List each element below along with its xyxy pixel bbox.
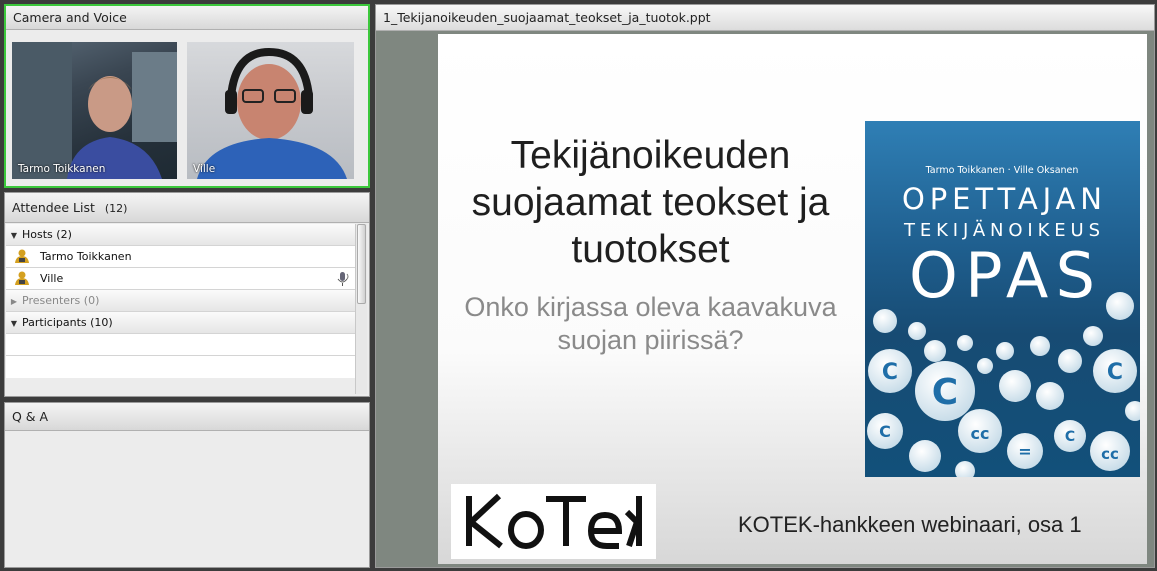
book-cover-art: Tarmo Toikkanen · Ville Oksanen OPETTAJA… [867,165,1140,477]
book-title-line: OPAS [909,239,1095,312]
list-item[interactable]: Ville [6,268,356,290]
slide-title-line: suojaamat teokset ja [471,181,830,224]
group-label: Hosts (2) [22,228,72,241]
camera-pod-title: Camera and Voice [6,6,368,30]
attendee-list: ▼ Hosts (2) Tarmo Toikkanen Ville ▶ Presen… [6,224,356,378]
copyright-bubbles [867,292,1140,477]
group-hosts[interactable]: ▼ Hosts (2) [6,224,356,246]
slide-footer: KOTEK-hankkeen webinaari, osa 1 [738,512,1082,537]
svg-text:=: = [1018,442,1031,461]
slide-title-line: tuotokset [571,228,730,271]
attendee-pod-header: Attendee List (12) [5,193,369,223]
list-item[interactable]: Tarmo Toikkanen [6,246,356,268]
share-pod: 1_Tekijanoikeuden_suojaamat_teokset_ja_t… [375,4,1155,568]
camera-voice-pod: Camera and Voice Tarmo Toikkanen Ville [4,4,370,188]
svg-text:C: C [882,360,898,385]
shared-filename: 1_Tekijanoikeuden_suojaamat_teokset_ja_t… [376,5,1154,31]
collapsed-triangle-icon[interactable]: ▶ [6,291,22,313]
slide-subtitle-line: suojan piirissä? [557,325,744,355]
attendee-name: Tarmo Toikkanen [40,250,132,263]
host-user-icon [15,271,29,285]
attendee-list-pod: Attendee List (12) ▼ Hosts (2) Tarmo Toik… [4,192,370,397]
qa-pod-title: Q & A [5,403,369,431]
video-name-label: Tarmo Toikkanen [18,163,106,175]
book-title-line: OPETTAJAN [902,182,1102,216]
slide-subtitle-line: Onko kirjassa oleva kaavakuva [464,292,837,322]
group-presenters[interactable]: ▶ Presenters (0) [6,290,356,312]
expanded-triangle-icon[interactable]: ▼ [6,225,22,247]
attendee-count: (12) [104,202,128,215]
video-person-silhouette [197,47,347,179]
list-item [6,356,356,378]
group-label: Participants (10) [22,316,113,329]
video-name-label: Ville [193,163,216,175]
svg-text:C: C [879,422,891,441]
group-participants[interactable]: ▼ Participants (10) [6,312,356,334]
svg-text:C: C [932,372,958,413]
video-person-silhouette [12,42,177,179]
kotek-logo-mark [466,493,642,549]
scrollbar-thumb[interactable] [357,224,366,304]
list-item [6,334,356,356]
svg-text:cc: cc [971,424,990,443]
video-feed-tarmo[interactable]: Tarmo Toikkanen [12,42,177,179]
book-authors: Tarmo Toikkanen · Ville Oksanen [925,165,1079,176]
qa-pod: Q & A [4,402,370,568]
svg-text:C: C [1065,429,1075,445]
attendee-pod-title: Attendee List [12,200,95,215]
book-cover-image: Tarmo Toikkanen · Ville Oksanen OPETTAJA… [865,121,1140,477]
slide-title: Tekijänoikeuden suojaamat teokset ja tuo… [438,132,863,273]
kotek-logo [451,484,656,559]
slide-title-line: Tekijänoikeuden [510,134,791,177]
attendee-name: Ville [40,272,64,285]
video-feed-ville[interactable]: Ville [187,42,354,179]
microphone-icon [337,272,349,286]
presentation-slide[interactable]: Tekijänoikeuden suojaamat teokset ja tuo… [438,34,1147,564]
book-title-line: TEKIJÄNOIKEUS [903,220,1100,241]
group-label: Presenters (0) [22,294,100,307]
expanded-triangle-icon[interactable]: ▼ [6,313,22,335]
attendee-scrollbar[interactable] [355,224,367,394]
slide-subtitle: Onko kirjassa oleva kaavakuva suojan pii… [438,291,863,357]
host-user-icon [15,249,29,263]
svg-text:C: C [1107,360,1123,385]
svg-text:cc: cc [1101,445,1119,463]
